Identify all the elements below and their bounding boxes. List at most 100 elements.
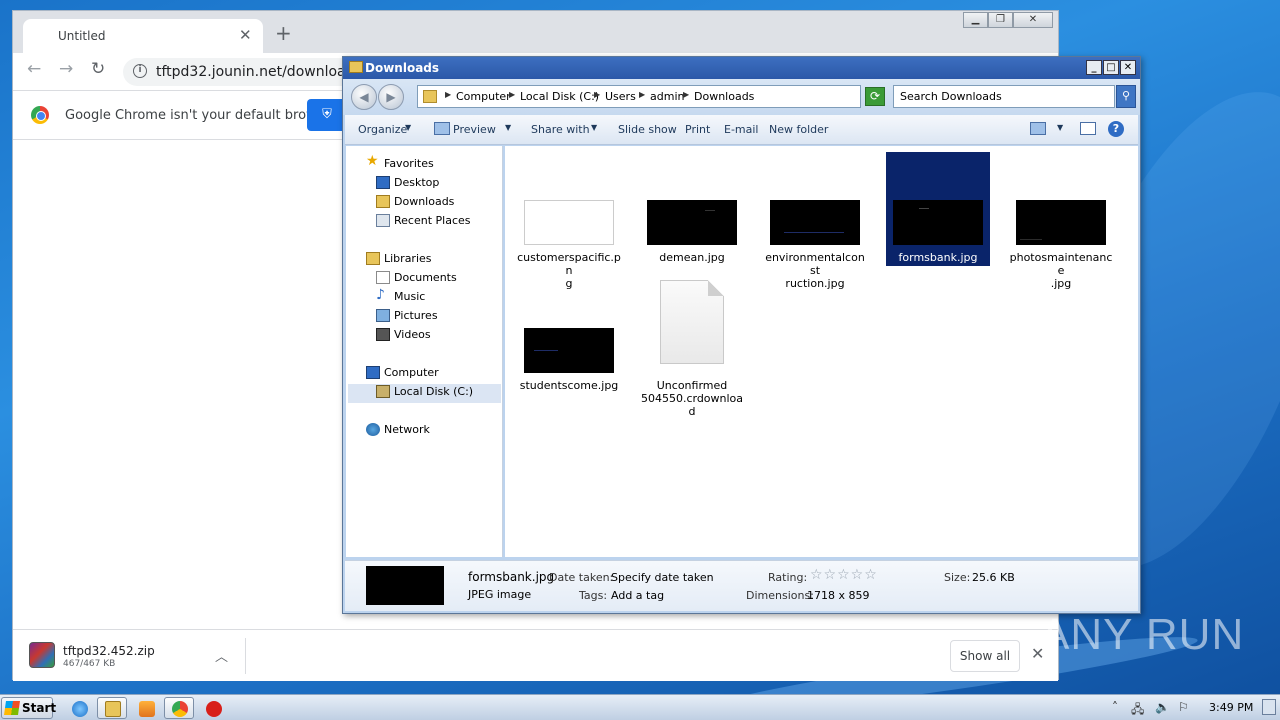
chrome-taskbar-button[interactable] xyxy=(164,697,194,719)
address-bar[interactable]: i tftpd32.jounin.net/download/t xyxy=(123,58,363,86)
new-tab-icon[interactable]: + xyxy=(275,23,292,43)
image-thumbnail xyxy=(524,328,614,373)
tags-label: Tags: xyxy=(579,589,608,602)
sidebar-item-favorites[interactable]: Favorites xyxy=(384,157,434,170)
network-tray-icon[interactable]: 🖧 xyxy=(1131,700,1144,720)
crumb-admin[interactable]: admin xyxy=(650,90,684,103)
tags-value[interactable]: Add a tag xyxy=(611,589,664,602)
tab-close-icon[interactable]: ✕ xyxy=(239,26,252,44)
sidebar-item-network[interactable]: Network xyxy=(384,423,430,436)
show-all-button[interactable]: Show all xyxy=(950,640,1020,672)
preview-pane-icon[interactable] xyxy=(1080,122,1096,135)
help-icon[interactable]: ? xyxy=(1108,121,1124,137)
refresh-button[interactable]: ⟳ xyxy=(865,87,885,106)
sidebar-item-desktop[interactable]: Desktop xyxy=(394,176,439,189)
system-clock[interactable]: 3:49 PM xyxy=(1209,701,1253,714)
image-thumbnail xyxy=(647,200,737,245)
crumb-computer[interactable]: Computer xyxy=(456,90,511,103)
back-button[interactable]: ◀ xyxy=(351,84,377,110)
media-player-taskbar-button[interactable] xyxy=(131,697,161,719)
minimize-button[interactable]: ▁ xyxy=(963,12,988,28)
breadcrumb[interactable]: ▶ Computer ▶ Local Disk (C:) ▶ Users ▶ a… xyxy=(417,85,927,108)
explorer-taskbar-button[interactable] xyxy=(97,697,127,719)
start-button[interactable]: Start xyxy=(1,697,56,719)
crumb-arrow-icon[interactable]: ▶ xyxy=(594,90,600,99)
search-input[interactable]: Search Downloads xyxy=(893,85,1115,108)
selected-file-thumbnail xyxy=(366,566,444,605)
file-item[interactable]: environmentalconst ruction.jpg xyxy=(763,152,867,290)
chrome-tab[interactable]: Untitled ✕ xyxy=(23,19,263,53)
sidebar-item-documents[interactable]: Documents xyxy=(394,271,457,284)
show-desktop-button[interactable] xyxy=(1262,699,1276,715)
search-placeholder: Search Downloads xyxy=(900,90,1002,103)
sidebar-item-local-disk[interactable]: Local Disk (C:) xyxy=(394,385,473,398)
folder-icon xyxy=(105,701,121,717)
taskbar: Start ˄ 🖧 🔈 ⚐ 3:49 PM xyxy=(0,694,1280,720)
file-item[interactable]: Unconfirmed 504550.crdownload xyxy=(640,280,744,418)
share-with-button[interactable]: Share with xyxy=(531,123,590,136)
sidebar-item-computer[interactable]: Computer xyxy=(384,366,439,379)
chevron-down-icon[interactable]: ▼ xyxy=(1057,123,1063,132)
crumb-arrow-icon[interactable]: ▶ xyxy=(639,90,645,99)
crumb-arrow-icon[interactable]: ▶ xyxy=(445,90,451,99)
documents-icon xyxy=(376,271,390,284)
sidebar-item-videos[interactable]: Videos xyxy=(394,328,431,341)
music-icon: ♪ xyxy=(376,287,385,303)
preview-icon xyxy=(434,122,450,135)
file-item[interactable]: customerspacific.pn g xyxy=(517,152,621,290)
volume-icon[interactable]: 🔈 xyxy=(1155,700,1170,714)
rating-stars[interactable]: ☆☆☆☆☆ xyxy=(810,567,878,583)
download-filename[interactable]: tftpd32.452.zip xyxy=(63,644,155,658)
preview-button[interactable]: Preview xyxy=(453,123,496,136)
file-item[interactable]: studentscome.jpg xyxy=(517,280,621,394)
forward-icon[interactable]: → xyxy=(59,61,73,78)
email-button[interactable]: E-mail xyxy=(724,123,759,136)
sidebar-item-downloads[interactable]: Downloads xyxy=(394,195,454,208)
action-center-flag-icon[interactable]: ⚐ xyxy=(1178,700,1189,714)
date-taken-value[interactable]: Specify date taken xyxy=(611,571,714,584)
crumb-arrow-icon[interactable]: ▶ xyxy=(509,90,515,99)
sidebar-item-music[interactable]: Music xyxy=(394,290,425,303)
close-button[interactable]: ✕ xyxy=(1013,12,1053,28)
back-icon[interactable]: ← xyxy=(27,61,41,78)
crumb-arrow-icon[interactable]: ▶ xyxy=(683,90,689,99)
file-name: studentscome.jpg xyxy=(519,379,619,392)
crumb-local-disk[interactable]: Local Disk (C:) xyxy=(520,90,599,103)
file-item[interactable]: demean.jpg xyxy=(640,152,744,266)
windows-logo-icon xyxy=(4,701,20,715)
command-bar: Organize ▼ Preview ▼ Share with ▼ Slide … xyxy=(345,115,1138,145)
chevron-up-icon[interactable]: ︿ xyxy=(215,646,228,665)
file-item-selected[interactable]: formsbank.jpg xyxy=(886,152,990,266)
search-icon[interactable]: ⚲ xyxy=(1116,85,1136,108)
image-thumbnail xyxy=(524,200,614,245)
sidebar-item-recent-places[interactable]: Recent Places xyxy=(394,214,471,227)
print-button[interactable]: Print xyxy=(685,123,710,136)
maximize-button[interactable]: ❐ xyxy=(988,12,1013,28)
organize-button[interactable]: Organize xyxy=(358,123,407,136)
new-folder-button[interactable]: New folder xyxy=(769,123,828,136)
chevron-down-icon[interactable]: ▼ xyxy=(505,123,511,132)
forward-button[interactable]: ▶ xyxy=(378,84,404,110)
reload-icon[interactable]: ↻ xyxy=(91,61,105,78)
slide-show-button[interactable]: Slide show xyxy=(618,123,677,136)
local-disk-icon xyxy=(376,385,390,398)
sidebar-item-pictures[interactable]: Pictures xyxy=(394,309,438,322)
chevron-down-icon[interactable]: ▼ xyxy=(405,123,411,132)
minimize-button[interactable]: _ xyxy=(1086,60,1102,75)
rating-label: Rating: xyxy=(768,571,808,584)
change-view-icon[interactable] xyxy=(1030,122,1046,135)
ie-taskbar-button[interactable] xyxy=(64,697,94,719)
dimensions-label: Dimensions: xyxy=(746,589,814,602)
explorer-titlebar: Downloads _ □ ✕ xyxy=(343,57,1140,79)
antivirus-taskbar-button[interactable] xyxy=(198,697,228,719)
sidebar-item-libraries[interactable]: Libraries xyxy=(384,252,432,265)
crumb-users[interactable]: Users xyxy=(605,90,636,103)
file-item[interactable]: photosmaintenance .jpg xyxy=(1009,152,1113,290)
maximize-button[interactable]: □ xyxy=(1103,60,1119,75)
crumb-downloads[interactable]: Downloads xyxy=(694,90,754,103)
close-button[interactable]: ✕ xyxy=(1120,60,1136,75)
info-icon[interactable]: i xyxy=(133,64,147,78)
show-hidden-icons[interactable]: ˄ xyxy=(1112,700,1118,714)
set-default-button[interactable]: ⛨ xyxy=(307,99,347,131)
chevron-down-icon[interactable]: ▼ xyxy=(591,123,597,132)
